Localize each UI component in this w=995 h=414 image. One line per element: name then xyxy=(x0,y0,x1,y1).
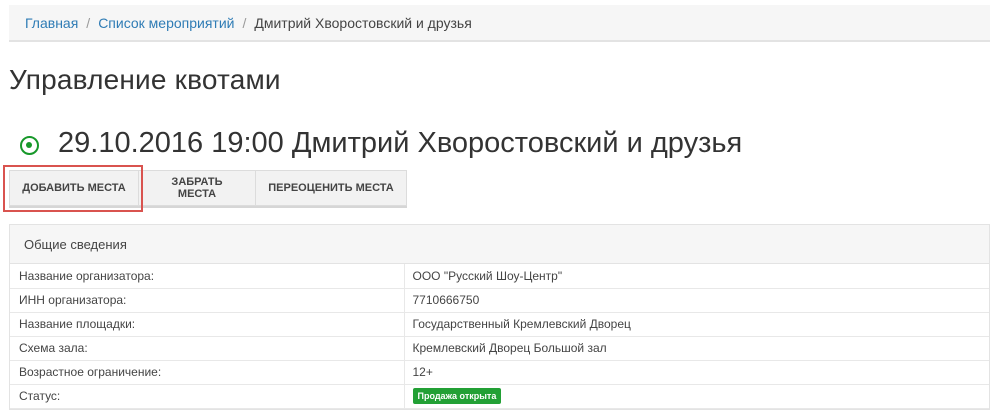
table-row: Название площадки: Государственный Кремл… xyxy=(10,312,989,337)
row-value: Государственный Кремлевский Дворец xyxy=(404,312,989,337)
panel-heading: Общие сведения xyxy=(10,225,989,264)
breadcrumb-events-link[interactable]: Список мероприятий xyxy=(98,15,234,31)
row-key: Название площадки: xyxy=(10,312,405,337)
row-value: Продажа открыта xyxy=(404,384,989,409)
row-key: ИНН организатора: xyxy=(10,288,405,313)
row-value: ООО "Русский Шоу-Центр" xyxy=(404,264,989,289)
status-badge: Продажа открыта xyxy=(412,388,502,404)
row-value: 12+ xyxy=(404,360,989,385)
row-key: Статус: xyxy=(10,384,405,409)
event-header: 29.10.2016 19:00 Дмитрий Хворостовский и… xyxy=(20,127,742,160)
row-key: Название организатора: xyxy=(10,264,405,289)
row-value: Кремлевский Дворец Большой зал xyxy=(404,336,989,361)
reprice-seats-button[interactable]: ПЕРЕОЦЕНИТЬ МЕСТА xyxy=(255,170,407,206)
row-key: Возрастное ограничение: xyxy=(10,360,405,385)
breadcrumb-current: Дмитрий Хворостовский и друзья xyxy=(254,14,472,31)
row-value: 7710666750 xyxy=(404,288,989,313)
table-row: Название организатора: ООО "Русский Шоу-… xyxy=(10,264,989,289)
breadcrumb: Главная / Список мероприятий / Дмитрий Х… xyxy=(9,5,990,42)
table-row: Статус: Продажа открыта xyxy=(10,384,989,409)
quota-actions: ДОБАВИТЬ МЕСТА ЗАБРАТЬ МЕСТА ПЕРЕОЦЕНИТЬ… xyxy=(9,170,407,208)
add-seats-button[interactable]: ДОБАВИТЬ МЕСТА xyxy=(9,170,138,206)
table-row: ИНН организатора: 7710666750 xyxy=(10,288,989,313)
page-title: Управление квотами xyxy=(9,64,281,95)
table-row: Схема зала: Кремлевский Дворец Большой з… xyxy=(10,336,989,361)
breadcrumb-home-link[interactable]: Главная xyxy=(25,15,78,31)
breadcrumb-separator: / xyxy=(242,14,247,31)
info-table: Название организатора: ООО "Русский Шоу-… xyxy=(10,264,989,409)
table-row: Возрастное ограничение: 12+ xyxy=(10,360,989,385)
status-indicator-icon xyxy=(20,135,39,155)
row-key: Схема зала: xyxy=(10,336,405,361)
event-title: 29.10.2016 19:00 Дмитрий Хворостовский и… xyxy=(58,127,743,159)
take-seats-button[interactable]: ЗАБРАТЬ МЕСТА xyxy=(138,170,255,206)
breadcrumb-separator: / xyxy=(86,14,91,31)
general-info-panel: Общие сведения Название организатора: ОО… xyxy=(9,224,990,410)
